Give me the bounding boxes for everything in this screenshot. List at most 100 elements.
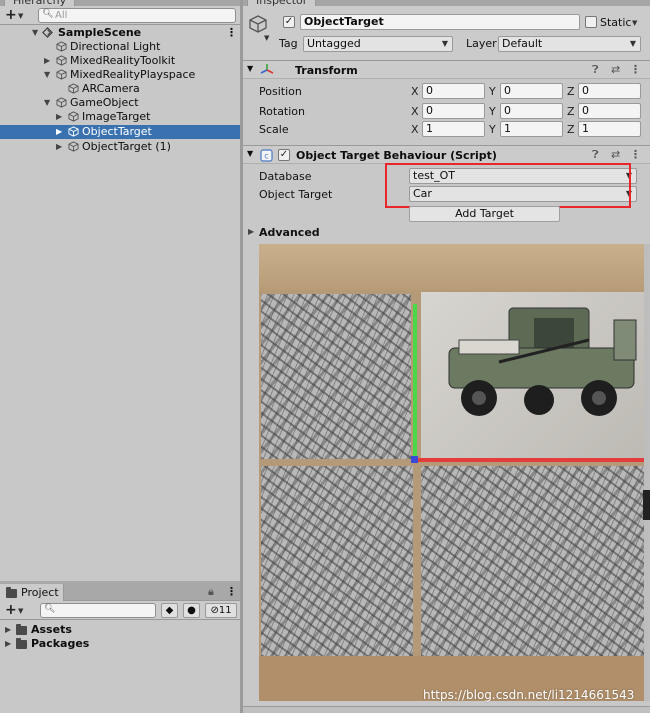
cube-icon: [68, 83, 79, 94]
transform-header[interactable]: ▼ Transform ❓︎ ⇄ ⋮: [243, 60, 650, 79]
scale-y-field[interactable]: 1: [500, 121, 563, 137]
y-axis-gizmo: [413, 304, 417, 460]
hierarchy-item-selected[interactable]: ▶ ObjectTarget: [0, 125, 240, 139]
axis-z-label: Z: [567, 123, 575, 136]
car-photo-panel: [421, 292, 644, 460]
search-placeholder: All: [55, 10, 68, 21]
project-folder[interactable]: ▶ Assets: [0, 623, 240, 637]
chevron-down-icon[interactable]: ▼: [18, 607, 23, 615]
project-folder[interactable]: ▶ Packages: [0, 637, 240, 651]
hierarchy-item[interactable]: ▶ ObjectTarget (1): [0, 140, 240, 154]
add-target-button[interactable]: Add Target: [409, 206, 560, 222]
expand-triangle-icon[interactable]: ▼: [247, 64, 253, 73]
toy-car-image: [448, 307, 637, 416]
object-target-behaviour-header[interactable]: ▼ c ✓ Object Target Behaviour (Script) ❓…: [243, 145, 650, 164]
svg-text:c: c: [264, 152, 268, 161]
preset-icon[interactable]: ⇄: [611, 63, 620, 76]
cube-icon: [56, 69, 67, 80]
expand-triangle-icon[interactable]: ▶: [56, 125, 62, 139]
tag-label: Tag: [279, 37, 298, 50]
cube-icon: [56, 55, 67, 66]
axis-y-label: Y: [489, 85, 496, 98]
add-icon[interactable]: +: [5, 603, 17, 617]
chevron-down-icon[interactable]: ▼: [264, 34, 269, 42]
hierarchy-item[interactable]: ▶ MixedRealityToolkit: [0, 54, 240, 68]
chevron-down-icon[interactable]: ▼: [632, 19, 637, 27]
axis-x-label: X: [411, 105, 419, 118]
folder-icon: [16, 624, 27, 635]
scale-z-field[interactable]: 1: [578, 121, 641, 137]
hierarchy-toolbar: + ▼ 🔍︎ All: [0, 6, 240, 25]
inspector-scrollbar[interactable]: [644, 244, 650, 701]
pattern-panel: [261, 294, 411, 459]
inspector-panel: Inspector ▼ ✓ ObjectTarget Static ▼ Tag …: [243, 0, 650, 713]
scene-row[interactable]: ▼ SampleScene ⋮: [0, 26, 240, 40]
kebab-menu-icon[interactable]: ⋮: [226, 26, 237, 40]
expand-triangle-icon[interactable]: ▶: [5, 623, 11, 637]
gameobject-cube-icon: [249, 15, 267, 33]
expand-triangle-icon[interactable]: ▼: [44, 96, 50, 110]
watermark-text: https://blog.csdn.net/li1214661543: [423, 688, 635, 702]
project-tab[interactable]: Project: [0, 584, 64, 601]
project-list: ▶ Assets ▶ Packages: [0, 620, 240, 713]
expand-triangle-icon[interactable]: ▶: [56, 110, 62, 124]
layer-label: Layer: [466, 37, 497, 50]
hierarchy-item[interactable]: ▼ MixedRealityPlayspace: [0, 68, 240, 82]
advanced-foldout[interactable]: ▶ Advanced: [243, 226, 443, 240]
position-z-field[interactable]: 0: [578, 83, 641, 99]
hidden-count: 11: [218, 605, 232, 616]
floor-background: [259, 244, 644, 290]
help-icon[interactable]: ❓︎: [592, 148, 599, 162]
scale-x-field[interactable]: 1: [422, 121, 485, 137]
help-icon[interactable]: ❓︎: [592, 63, 599, 77]
component-enabled-checkbox[interactable]: ✓: [278, 149, 290, 161]
expand-triangle-icon[interactable]: ▶: [5, 637, 11, 651]
hierarchy-item[interactable]: ARCamera: [0, 82, 240, 96]
hierarchy-item-label: MixedRealityPlayspace: [70, 68, 196, 81]
hierarchy-search-input[interactable]: 🔍︎ All: [38, 8, 236, 23]
tag-dropdown[interactable]: Untagged ▼: [303, 36, 453, 52]
folder-label: Packages: [31, 637, 90, 650]
expand-triangle-icon[interactable]: ▼: [44, 68, 50, 82]
rotation-x-field[interactable]: 0: [422, 103, 485, 119]
hierarchy-item[interactable]: Directional Light: [0, 40, 240, 54]
expand-triangle-icon[interactable]: ▼: [247, 149, 253, 158]
hidden-packages-button[interactable]: ⊘11: [205, 603, 237, 618]
project-tab-label: Project: [21, 586, 59, 599]
kebab-menu-icon[interactable]: ⋮: [630, 148, 641, 161]
hierarchy-item-label: ObjectTarget (1): [82, 140, 171, 153]
layer-dropdown[interactable]: Default ▼: [498, 36, 641, 52]
project-search-input[interactable]: 🔍︎: [40, 603, 156, 618]
position-x-field[interactable]: 0: [422, 83, 485, 99]
hierarchy-list: ▼ SampleScene ⋮ Directional Light ▶ Mixe…: [0, 26, 240, 581]
filter-by-type-icon[interactable]: ◆: [161, 603, 178, 618]
rotation-z-field[interactable]: 0: [578, 103, 641, 119]
active-checkbox[interactable]: ✓: [283, 16, 295, 28]
filter-by-label-icon[interactable]: ●: [183, 603, 200, 618]
axis-x-label: X: [411, 85, 419, 98]
lock-icon[interactable]: 🔒︎: [208, 585, 214, 599]
hierarchy-item[interactable]: ▼ GameObject: [0, 96, 240, 110]
object-name-field[interactable]: ObjectTarget: [300, 14, 580, 30]
expand-triangle-icon[interactable]: ▼: [32, 26, 38, 40]
chevron-down-icon[interactable]: ▼: [18, 12, 23, 20]
position-y-field[interactable]: 0: [500, 83, 563, 99]
add-icon[interactable]: +: [5, 8, 17, 22]
script-icon: c: [260, 149, 273, 162]
preset-icon[interactable]: ⇄: [611, 148, 620, 161]
axis-origin-gizmo: [411, 456, 418, 463]
folder-icon: [6, 587, 17, 598]
transform-row-label: Position: [259, 85, 302, 98]
hierarchy-item[interactable]: ▶ ImageTarget: [0, 110, 240, 124]
axis-y-label: Y: [489, 123, 496, 136]
static-label: Static: [600, 16, 632, 29]
expand-triangle-icon[interactable]: ▶: [44, 54, 50, 68]
axis-z-label: Z: [567, 85, 575, 98]
expand-triangle-icon[interactable]: ▶: [248, 227, 254, 236]
expand-triangle-icon[interactable]: ▶: [56, 140, 62, 154]
kebab-menu-icon[interactable]: ⋮: [630, 63, 641, 76]
scrollbar-thumb[interactable]: [643, 490, 650, 520]
static-checkbox[interactable]: [585, 16, 597, 28]
kebab-menu-icon[interactable]: ⋮: [226, 585, 237, 598]
rotation-y-field[interactable]: 0: [500, 103, 563, 119]
